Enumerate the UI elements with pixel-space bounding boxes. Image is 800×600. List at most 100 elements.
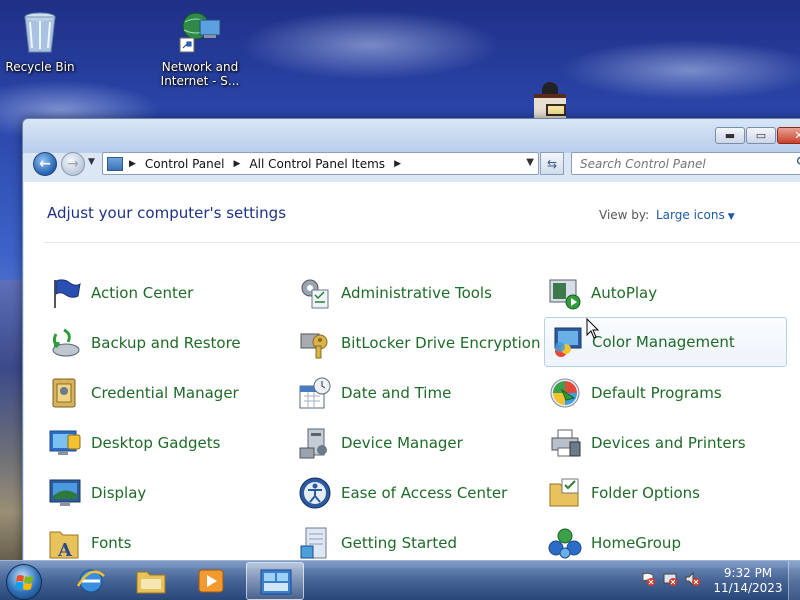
recycle-bin-icon (16, 8, 64, 56)
refresh-icon: ⇆ (546, 156, 558, 171)
homegroup-icon (548, 526, 582, 560)
taskbar-control-panel[interactable] (246, 562, 304, 600)
folder-options-icon (548, 476, 582, 510)
maximize-button[interactable]: ▭ (746, 127, 776, 144)
divider (44, 242, 800, 243)
desktop-cloud (240, 10, 500, 80)
view-by-label: View by: (599, 208, 650, 222)
desktop-icon-network[interactable]: Network and Internet - S... (157, 8, 243, 88)
cp-item-label: Credential Manager (91, 384, 239, 402)
breadcrumb-control-panel[interactable]: Control Panel (145, 157, 225, 171)
search-box[interactable]: ⚲ (571, 152, 800, 175)
cp-item-administrative-tools[interactable]: Administrative Tools (298, 270, 492, 316)
devices-printers-icon (548, 426, 582, 460)
search-input[interactable] (580, 156, 780, 171)
cp-item-label: HomeGroup (591, 534, 681, 552)
cp-item-autoplay[interactable]: AutoPlay (548, 270, 657, 316)
caption-buttons: ▬ ▭ ✕ (715, 127, 800, 144)
cp-item-label: Getting Started (341, 534, 457, 552)
breadcrumb-separator-icon[interactable]: ▶ (129, 159, 136, 169)
cp-item-display[interactable]: Display (48, 470, 146, 516)
display-icon (48, 476, 82, 510)
cp-item-label: Device Manager (341, 434, 463, 452)
control-panel-icon (107, 156, 123, 171)
administrative-tools-icon (298, 276, 332, 310)
desktop-icon-recycle-bin[interactable]: Recycle Bin (0, 8, 83, 74)
view-by-value: Large icons (656, 208, 725, 222)
chevron-down-icon: ▼ (727, 212, 735, 222)
default-programs-icon (548, 376, 582, 410)
show-desktop-button[interactable] (788, 561, 800, 600)
cp-item-bitlocker[interactable]: BitLocker Drive Encryption (298, 320, 540, 366)
minimize-button[interactable]: ▬ (715, 127, 745, 144)
date-time-icon (298, 376, 332, 410)
minimize-icon: ▬ (724, 129, 736, 142)
taskbar: 9:32 PM 11/14/2023 (0, 560, 800, 600)
breadcrumb-separator-icon[interactable]: ▶ (394, 159, 401, 169)
cp-item-credential-manager[interactable]: Credential Manager (48, 370, 239, 416)
address-bar[interactable]: ▶ Control Panel ▶ All Control Panel Item… (102, 152, 539, 175)
desktop-coastline (0, 280, 22, 570)
ease-of-access-icon (298, 476, 332, 510)
content-pane: Adjust your computer's settings View by:… (24, 182, 800, 568)
windows-logo-icon (15, 575, 33, 590)
cp-item-label: Color Management (592, 333, 735, 351)
cp-item-label: Folder Options (591, 484, 700, 502)
refresh-button[interactable]: ⇆ (540, 152, 564, 175)
start-button[interactable] (6, 564, 42, 600)
autoplay-icon (548, 276, 582, 310)
volume-muted-icon[interactable] (684, 571, 700, 587)
desktop-icon-label: Recycle Bin (5, 60, 75, 74)
cp-item-desktop-gadgets[interactable]: Desktop Gadgets (48, 420, 220, 466)
fonts-icon: A (48, 526, 82, 561)
getting-started-icon (298, 526, 332, 560)
clock-time: 9:32 PM (723, 566, 773, 580)
cp-item-devices-printers[interactable]: Devices and Printers (548, 420, 746, 466)
back-button[interactable]: ← (33, 152, 57, 176)
navigation-bar: ← → ▼ ▶ Control Panel ▶ All Control Pane… (23, 149, 800, 179)
svg-text:A: A (57, 540, 73, 560)
taskbar-media-player[interactable] (182, 562, 240, 600)
forward-button[interactable]: → (61, 152, 85, 176)
cp-item-label: Backup and Restore (91, 334, 241, 352)
control-panel-icon (260, 569, 292, 595)
taskbar-internet-explorer[interactable] (62, 562, 120, 600)
clock-date: 11/14/2023 (713, 581, 783, 595)
cp-item-default-programs[interactable]: Default Programs (548, 370, 722, 416)
action-center-alert-icon[interactable] (640, 571, 656, 587)
taskbar-windows-explorer[interactable] (122, 562, 180, 600)
cp-item-ease-of-access[interactable]: Ease of Access Center (298, 470, 507, 516)
taskbar-clock[interactable]: 9:32 PM 11/14/2023 (712, 566, 784, 596)
backup-restore-icon (48, 326, 82, 360)
action-center-flag-icon (48, 276, 82, 310)
cp-item-label: Date and Time (341, 384, 452, 402)
system-tray (640, 571, 700, 587)
color-management-icon (549, 325, 583, 359)
breadcrumb-separator-icon[interactable]: ▶ (234, 159, 241, 169)
credential-manager-icon (48, 376, 82, 410)
folder-icon (136, 571, 166, 594)
internet-explorer-icon (76, 569, 105, 593)
cp-item-label: Action Center (91, 284, 194, 302)
cp-item-backup-restore[interactable]: Backup and Restore (48, 320, 241, 366)
cp-item-label: Default Programs (591, 384, 722, 402)
title-bar[interactable]: ▬ ▭ ✕ (23, 119, 800, 153)
cp-item-action-center[interactable]: Action Center (48, 270, 193, 316)
lighthouse-wallpaper (528, 82, 572, 124)
close-button[interactable]: ✕ (777, 127, 800, 144)
network-icon (176, 8, 224, 56)
page-title: Adjust your computer's settings (47, 204, 287, 222)
address-dropdown-icon[interactable]: ▼ (526, 157, 534, 168)
view-by-dropdown[interactable]: Large icons ▼ (656, 208, 735, 222)
breadcrumb-all-items[interactable]: All Control Panel Items (249, 157, 385, 171)
cp-item-label: Display (91, 484, 147, 502)
network-status-icon[interactable] (662, 571, 678, 587)
search-icon[interactable]: ⚲ (796, 155, 800, 171)
cp-item-folder-options[interactable]: Folder Options (548, 470, 700, 516)
recent-pages-dropdown[interactable]: ▼ (88, 157, 95, 167)
cp-item-label: Fonts (91, 534, 132, 552)
cp-item-date-time[interactable]: Date and Time (298, 370, 451, 416)
mouse-cursor-icon (586, 318, 600, 339)
cp-item-color-management[interactable]: Color Management (544, 317, 787, 367)
cp-item-device-manager[interactable]: Device Manager (298, 420, 463, 466)
